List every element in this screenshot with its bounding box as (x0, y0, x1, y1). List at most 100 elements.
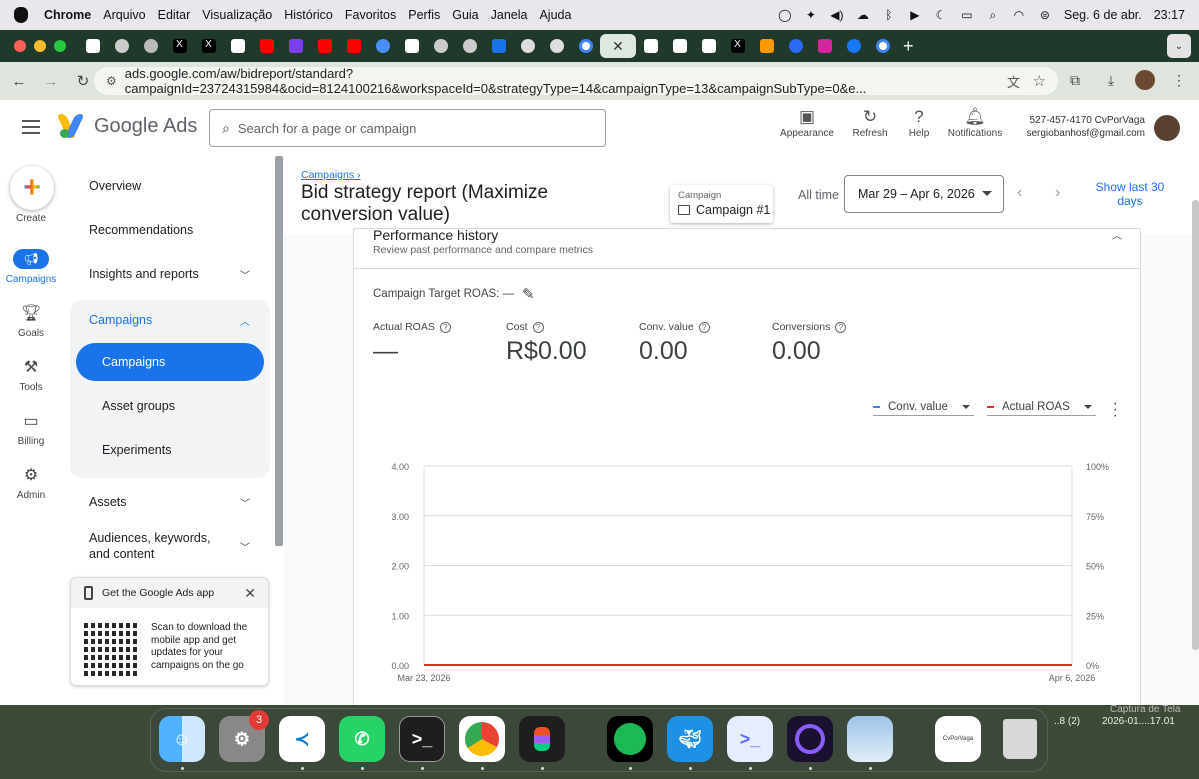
nav-audiences[interactable]: Audiences, keywords, and content ﹀ (70, 529, 270, 563)
zoom-window-button[interactable] (54, 40, 66, 52)
new-tab-icon[interactable]: + (903, 36, 914, 57)
menubar-time[interactable]: 23:17 (1154, 8, 1185, 22)
metric-conv-value[interactable]: Conv. value? 0.00 (639, 321, 710, 366)
tab[interactable] (281, 34, 310, 58)
tab[interactable] (868, 34, 897, 58)
tab[interactable] (542, 34, 571, 58)
page-scrollbar[interactable] (1192, 200, 1199, 650)
more-vert-icon[interactable]: · · · (1113, 396, 1118, 424)
apple-icon[interactable] (14, 7, 28, 23)
tab[interactable] (810, 34, 839, 58)
campaigns-megaphone-icon[interactable]: 📢︎ (13, 249, 49, 269)
rail-admin-label[interactable]: Admin (0, 490, 62, 501)
search-box[interactable]: ⌕ Search for a page or campaign (209, 109, 606, 147)
menu-ajuda[interactable]: Ajuda (539, 8, 571, 22)
file-thumbnail[interactable]: CvPorVaga (935, 716, 981, 762)
terminal-icon[interactable]: >_ (399, 716, 445, 762)
desktop-file-label[interactable]: ..8 (2) (1054, 716, 1080, 727)
help-circle-icon[interactable]: ? (835, 321, 847, 333)
preview-icon[interactable] (847, 716, 893, 762)
close-tab-icon[interactable]: ✕ (612, 38, 624, 55)
menu-editar[interactable]: Editar (158, 8, 191, 22)
breadcrumb[interactable]: Campaigns › (301, 169, 361, 181)
translate-icon[interactable]: 文 (1007, 72, 1020, 91)
help-circle-icon[interactable]: ? (698, 321, 710, 333)
notifications-button[interactable]: 🔔︎ Notifications (945, 106, 1005, 139)
battery-icon[interactable]: ▭ (960, 8, 974, 22)
close-window-button[interactable] (14, 40, 26, 52)
metric-conversions[interactable]: Conversions? 0.00 (772, 321, 847, 366)
extension-icon[interactable]: ✦ (804, 8, 818, 22)
tab[interactable] (107, 34, 136, 58)
all-time-link[interactable]: All time (798, 188, 839, 202)
close-icon[interactable]: ✕ (244, 585, 256, 602)
nav-campaigns-group[interactable]: Campaigns ︿ (70, 310, 270, 330)
create-button[interactable]: + (10, 166, 54, 210)
site-info-icon[interactable]: ⚙ (106, 74, 117, 88)
nav-recommendations[interactable]: Recommendations (70, 220, 270, 240)
menu-app-name[interactable]: Chrome (44, 8, 91, 22)
spotlight-search-icon[interactable]: ⌕ (986, 8, 1000, 22)
tab[interactable] (781, 34, 810, 58)
help-circle-icon[interactable]: ? (439, 321, 451, 333)
address-bar[interactable]: ⚙ ads.google.com/aw/bidreport/standard?c… (94, 66, 1058, 96)
volume-icon[interactable]: ◀) (830, 8, 844, 22)
download-icon[interactable]: ⤓ (1099, 68, 1123, 92)
tab[interactable] (484, 34, 513, 58)
rail-campaigns-label[interactable]: Campaigns (0, 274, 62, 285)
bluetooth-icon[interactable]: ᛒ (882, 8, 896, 22)
bookmark-star-icon[interactable]: ☆ (1033, 72, 1046, 90)
tab[interactable] (136, 34, 165, 58)
tab[interactable] (78, 34, 107, 58)
play-icon[interactable]: ▶ (908, 8, 922, 22)
account-avatar[interactable] (1154, 115, 1180, 141)
forward-icon[interactable]: → (38, 68, 64, 94)
menubar-date[interactable]: Seg. 6 de abr. (1064, 8, 1142, 22)
sidenav-scrollbar[interactable] (275, 156, 283, 546)
menu-guia[interactable]: Guia (452, 8, 478, 22)
chrome-menu-icon[interactable]: ⋮ (1167, 68, 1191, 92)
tab[interactable] (513, 34, 542, 58)
nav-assets[interactable]: Assets ﹀ (70, 492, 270, 512)
menu-historico[interactable]: Histórico (284, 8, 333, 22)
minimize-window-button[interactable] (34, 40, 46, 52)
tab[interactable] (839, 34, 868, 58)
tab[interactable]: X (194, 34, 223, 58)
tab[interactable] (339, 34, 368, 58)
wifi-icon[interactable]: ◠ (1012, 8, 1026, 22)
gear-icon[interactable]: ⚙ (18, 465, 44, 485)
record-icon[interactable]: ◯ (778, 8, 792, 22)
tab[interactable] (571, 34, 600, 58)
rail-billing-label[interactable]: Billing (0, 436, 62, 447)
google-ads-logo[interactable]: Google Ads (56, 114, 197, 138)
nav-campaigns[interactable]: Campaigns (76, 343, 264, 381)
vscode-icon[interactable]: ≺ (279, 716, 325, 762)
tab[interactable] (223, 34, 252, 58)
whatsapp-icon[interactable]: ✆ (339, 716, 385, 762)
orbit-icon[interactable] (787, 716, 833, 762)
menu-favoritos[interactable]: Favoritos (345, 8, 396, 22)
rail-tools-label[interactable]: Tools (0, 382, 62, 393)
tab[interactable] (665, 34, 694, 58)
control-center-icon[interactable]: ⊜ (1038, 8, 1052, 22)
tab[interactable]: X (165, 34, 194, 58)
tab-search-chevron-icon[interactable]: ⌄ (1167, 34, 1191, 58)
tab[interactable] (752, 34, 781, 58)
spotify-icon[interactable] (607, 716, 653, 762)
sync-icon[interactable]: ☁ (856, 8, 870, 22)
legend-actual-roas-select[interactable]: Actual ROAS (987, 398, 1096, 416)
reload-icon[interactable]: ↻ (70, 68, 96, 94)
tab[interactable] (694, 34, 723, 58)
show-last-30-days-link[interactable]: Show last 30 days (1090, 180, 1170, 208)
menu-visualizacao[interactable]: Visualização (202, 8, 272, 22)
tab[interactable] (252, 34, 281, 58)
desktop-file-label[interactable]: Captura de Tela (1110, 704, 1180, 715)
tab[interactable] (455, 34, 484, 58)
tab[interactable] (397, 34, 426, 58)
tab[interactable] (636, 34, 665, 58)
url-text[interactable]: ads.google.com/aw/bidreport/standard?cam… (125, 66, 1058, 96)
legend-conv-value-select[interactable]: Conv. value (873, 398, 974, 416)
back-icon[interactable]: ← (6, 68, 32, 94)
chevron-up-icon[interactable]: ︿ (1112, 229, 1122, 242)
tab-active[interactable]: ✕ (600, 34, 636, 58)
